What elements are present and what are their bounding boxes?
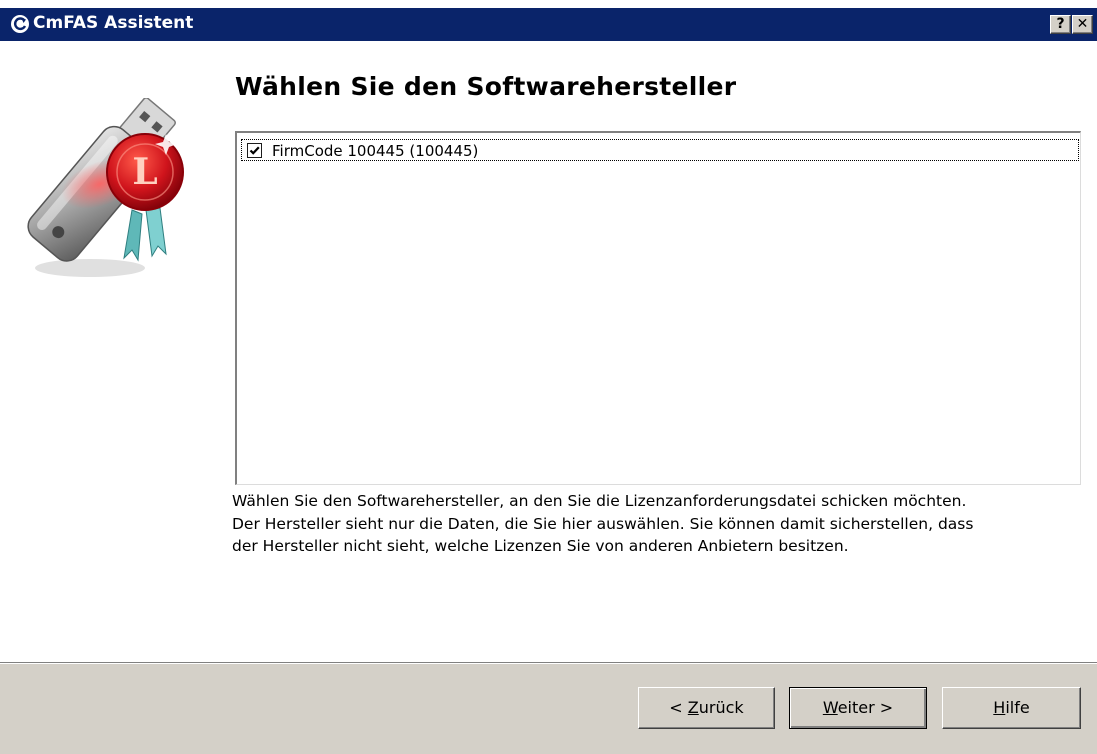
next-button-rest: eiter > (837, 698, 894, 717)
vendor-item-label: FirmCode 100445 (100445) (272, 142, 479, 160)
description-line: der Hersteller nicht sieht, welche Lizen… (232, 537, 849, 555)
description-text: Wählen Sie den Softwarehersteller, an de… (232, 490, 1092, 558)
title-bar[interactable]: CmFAS Assistent ? ✕ (0, 8, 1097, 41)
help-button[interactable]: Hilfe (942, 687, 1081, 729)
vendor-listbox[interactable]: FirmCode 100445 (100445) (235, 131, 1081, 485)
back-button-accel: Z (687, 698, 699, 717)
next-button[interactable]: Weiter > (789, 687, 927, 729)
help-button-accel: H (993, 698, 1006, 717)
description-line: Der Hersteller sieht nur die Daten, die … (232, 514, 974, 533)
usb-dongle-license-icon: L (27, 98, 184, 277)
back-button-rest: urück (698, 698, 744, 717)
vendor-checkbox[interactable] (247, 143, 262, 158)
page-heading: Wählen Sie den Softwarehersteller (235, 72, 737, 101)
back-button[interactable]: < Zurück (638, 687, 775, 729)
back-button-prefix: < (669, 698, 688, 717)
list-item[interactable]: FirmCode 100445 (100445) (241, 139, 1079, 161)
next-button-accel: W (822, 698, 838, 717)
description-line: Wählen Sie den Softwarehersteller, an de… (232, 492, 967, 510)
checkmark-icon (249, 146, 260, 155)
button-bar: < Zurück Weiter > Hilfe (0, 664, 1097, 754)
help-button-rest: ilfe (1005, 698, 1030, 717)
close-button[interactable]: ✕ (1072, 15, 1093, 34)
svg-text:L: L (132, 151, 157, 193)
window-title: CmFAS Assistent (33, 13, 194, 33)
app-icon (11, 15, 29, 33)
help-title-button[interactable]: ? (1050, 15, 1071, 34)
